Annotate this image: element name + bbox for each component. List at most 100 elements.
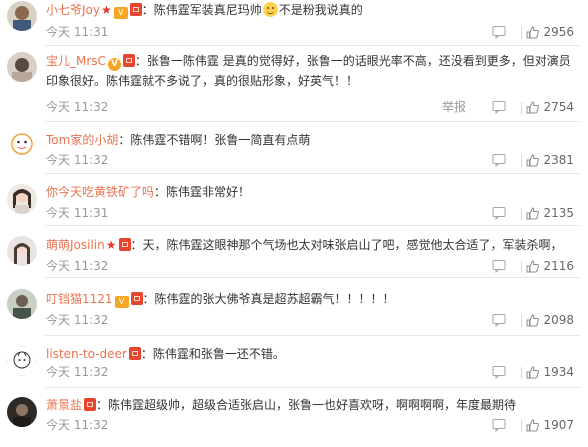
username-link[interactable]: 小七爷Joy [46, 3, 100, 17]
like-count: 2754 [543, 100, 574, 114]
member-badge-icon [118, 238, 131, 251]
divider [521, 420, 522, 432]
like-count: 1934 [543, 365, 574, 379]
thumbs-up-icon [526, 100, 540, 113]
thumbs-up-icon [526, 153, 540, 166]
reply-icon[interactable] [492, 418, 506, 432]
comment-item: 小七爷Joy★ V ：陈伟霆军装真尼玛帅 不是粉我说真的 今天 11:31 2956 [0, 0, 588, 46]
comment-text: 你今天吃黄铁矿了吗：陈伟霆非常好！ [46, 183, 574, 201]
reply-icon[interactable] [492, 25, 506, 39]
avatar[interactable] [7, 397, 37, 427]
comment-body: ：陈伟霆军装真尼玛帅 [141, 3, 262, 17]
comment-time: 今天 11:31 [46, 206, 109, 220]
like-button[interactable]: 2135 [526, 205, 574, 221]
comment-text: 小七爷Joy★ V ：陈伟霆军装真尼玛帅 不是粉我说真的 [46, 1, 574, 19]
like-button[interactable]: 2381 [526, 152, 574, 168]
like-button[interactable]: 1907 [526, 417, 574, 433]
thumbs-up-icon [526, 25, 540, 38]
thumbs-up-icon [526, 259, 540, 272]
comment-item: 萌萌Josilin★ ：天，陈伟霆这眼神那个气场也太对味张启山了吧，感觉他太合适了… [0, 226, 588, 278]
comment-time: 今天 11:32 [46, 259, 109, 273]
avatar[interactable] [7, 1, 37, 31]
like-count: 2381 [543, 153, 574, 167]
comment-body: ：陈伟霆的张大佛爷真是超苏超霸气！！！！！ [142, 292, 395, 306]
username-link[interactable]: listen-to-deer [46, 347, 127, 361]
level-badge-icon: V [114, 296, 129, 308]
member-badge-icon [122, 54, 135, 67]
member-badge-icon [130, 292, 143, 305]
avatar[interactable] [7, 289, 37, 319]
username-link[interactable]: 叮铛猫1121 [46, 292, 113, 306]
comment-text: 萌萌Josilin★ ：天，陈伟霆这眼神那个气场也太对味张启山了吧，感觉他太合适了… [46, 236, 574, 254]
star-badge-icon: ★ [105, 238, 117, 252]
like-button[interactable]: 2754 [526, 99, 574, 115]
like-count: 2956 [543, 25, 574, 39]
comment-text: 宝儿_MrsC V ：张鲁一陈伟霆 是真的觉得好，张鲁一的话眼光率不高，还没看到更多… [46, 51, 574, 91]
comment-body: ：天，陈伟霆这眼神那个气场也太对味张启山了吧，感觉他太合适了，军装杀啊， [130, 238, 563, 252]
avatar[interactable] [7, 52, 37, 82]
verified-badge-icon: V [107, 58, 121, 71]
like-button[interactable]: 1934 [526, 364, 574, 380]
thumbs-up-icon [526, 418, 540, 431]
like-button[interactable]: 2116 [526, 258, 574, 274]
reply-icon[interactable] [492, 259, 506, 273]
comment-text: Tom家的小胡：陈伟霆不错啊！张鲁一简直有点萌 [46, 131, 574, 149]
username-link[interactable]: 宝儿_MrsC [46, 54, 106, 68]
like-count: 1907 [543, 418, 574, 432]
comment-time: 今天 11:32 [46, 418, 109, 432]
like-count: 2116 [543, 259, 574, 273]
comment-time: 今天 11:32 [46, 153, 109, 167]
divider [521, 367, 522, 379]
divider [521, 261, 522, 273]
thumbs-up-icon [526, 206, 540, 219]
comment-text: 萧景盐 ：陈伟霆超级帅，超级合适张启山，张鲁一也好喜欢呀，啊啊啊啊，年度最期待 [46, 396, 574, 414]
reply-icon[interactable] [492, 153, 506, 167]
avatar[interactable] [7, 129, 37, 159]
reply-icon[interactable] [492, 313, 506, 327]
reply-icon[interactable] [492, 100, 506, 114]
avatar[interactable] [7, 346, 37, 376]
username-link[interactable]: 萌萌Josilin [46, 238, 105, 252]
comment-item: Tom家的小胡：陈伟霆不错啊！张鲁一简直有点萌 今天 11:32 2381 [0, 122, 588, 174]
comment-body: ：陈伟霆超级帅，超级合适张启山，张鲁一也好喜欢呀，啊啊啊啊，年度最期待 [96, 398, 517, 412]
comment-time: 今天 11:32 [46, 313, 109, 327]
comment-item: listen-to-deer ：陈伟霆和张鲁一还不错。 今天 11:32 1934 [0, 336, 588, 388]
comment-body-tail: 不是粉我说真的 [278, 3, 363, 17]
divider [521, 102, 522, 114]
star-badge-icon: ★ [100, 3, 112, 17]
username-link[interactable]: Tom家的小胡 [46, 133, 118, 147]
comment-body: ：陈伟霆和张鲁一还不错。 [140, 347, 285, 361]
divider [521, 155, 522, 167]
member-badge-icon [128, 347, 141, 360]
divider [521, 315, 522, 327]
divider [521, 27, 522, 39]
comment-time: 今天 11:31 [46, 25, 109, 39]
thumbs-up-icon [526, 313, 540, 326]
thumbs-up-icon [526, 365, 540, 378]
like-button[interactable]: 2956 [526, 24, 574, 40]
comment-time: 今天 11:32 [46, 100, 109, 114]
reply-icon[interactable] [492, 206, 506, 220]
member-badge-icon [129, 3, 142, 16]
comment-body: ：陈伟霆不错啊！张鲁一简直有点萌 [118, 133, 311, 147]
comment-item: 你今天吃黄铁矿了吗：陈伟霆非常好！ 今天 11:31 2135 [0, 174, 588, 226]
comment-time: 今天 11:32 [46, 365, 109, 379]
avatar[interactable] [7, 236, 37, 266]
avatar[interactable] [7, 184, 37, 214]
like-button[interactable]: 2098 [526, 312, 574, 328]
comment-item: 宝儿_MrsC V ：张鲁一陈伟霆 是真的觉得好，张鲁一的话眼光率不高，还没看到更多… [0, 46, 588, 122]
level-badge-icon: V [113, 7, 128, 19]
smile-emoji-icon [262, 2, 278, 17]
divider [521, 208, 522, 220]
like-count: 2135 [543, 206, 574, 220]
username-link[interactable]: 你今天吃黄铁矿了吗 [46, 185, 154, 199]
reply-icon[interactable] [492, 365, 506, 379]
member-badge-icon [84, 398, 97, 411]
comment-body: ：陈伟霆非常好！ [154, 185, 251, 199]
comment-item: 叮铛猫1121 V ：陈伟霆的张大佛爷真是超苏超霸气！！！！！ 今天 11:32 2… [0, 278, 588, 336]
comment-item: 萧景盐 ：陈伟霆超级帅，超级合适张启山，张鲁一也好喜欢呀，啊啊啊啊，年度最期待 今… [0, 388, 588, 447]
like-count: 2098 [543, 313, 574, 327]
comment-text: listen-to-deer ：陈伟霆和张鲁一还不错。 [46, 345, 574, 363]
username-link[interactable]: 萧景盐 [46, 398, 82, 412]
report-link[interactable]: 举报 [442, 99, 466, 115]
